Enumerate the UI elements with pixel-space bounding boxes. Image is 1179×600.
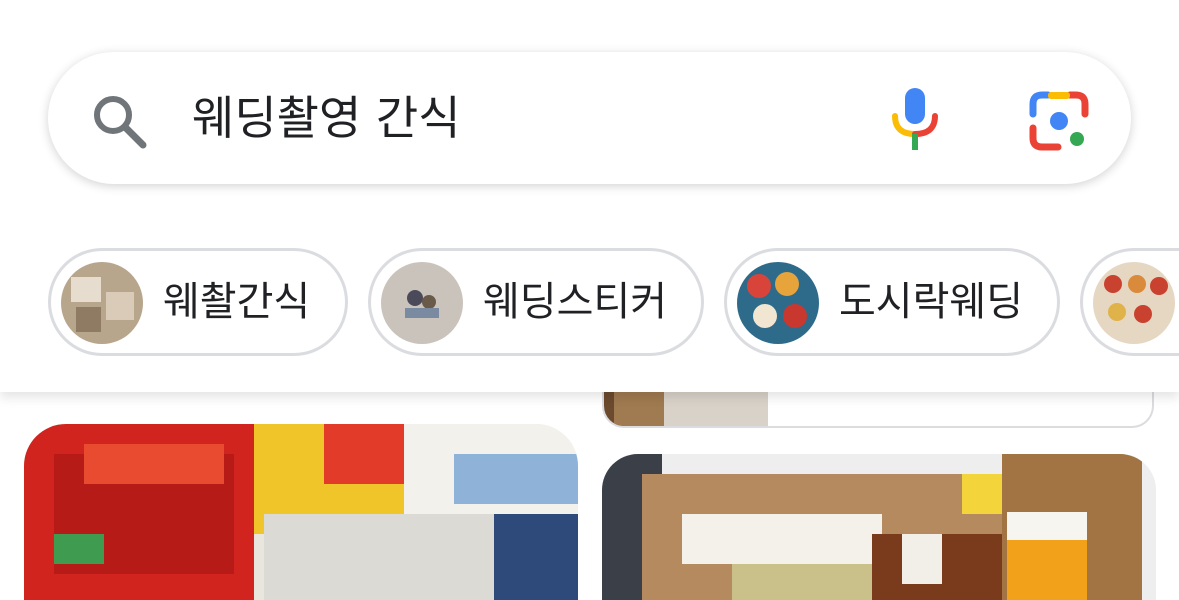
- chip-suggestion-4[interactable]: [1080, 248, 1179, 356]
- image-search-results-page: 웨딩촬영 간식 웨촬간식 웨딩스티커 도시락웨딩: [0, 0, 1179, 600]
- camera-lens-icon[interactable]: [1028, 90, 1090, 152]
- chip-thumbnail: [737, 262, 819, 344]
- chip-suggestion-1[interactable]: 웨촬간식: [48, 248, 348, 356]
- result-image-lunchbox[interactable]: [602, 454, 1156, 600]
- search-query-text[interactable]: 웨딩촬영 간식: [192, 90, 461, 146]
- chip-thumbnail: [1093, 262, 1175, 344]
- chip-label: 도시락웨딩: [839, 279, 1023, 325]
- lunchbox-photo: [602, 454, 1156, 600]
- chip-suggestion-3[interactable]: 도시락웨딩: [724, 248, 1060, 356]
- chip-label: 웨딩스티커: [483, 279, 667, 325]
- search-icon[interactable]: [90, 92, 148, 150]
- snack-photo: [24, 424, 578, 600]
- result-image-snacks[interactable]: [24, 424, 578, 600]
- search-header: 웨딩촬영 간식 웨촬간식 웨딩스티커 도시락웨딩: [0, 0, 1179, 392]
- mic-icon[interactable]: [890, 86, 940, 152]
- chip-label: 웨촬간식: [163, 279, 311, 325]
- chip-thumbnail: [61, 262, 143, 344]
- chip-suggestion-2[interactable]: 웨딩스티커: [368, 248, 704, 356]
- chip-thumbnail: [381, 262, 463, 344]
